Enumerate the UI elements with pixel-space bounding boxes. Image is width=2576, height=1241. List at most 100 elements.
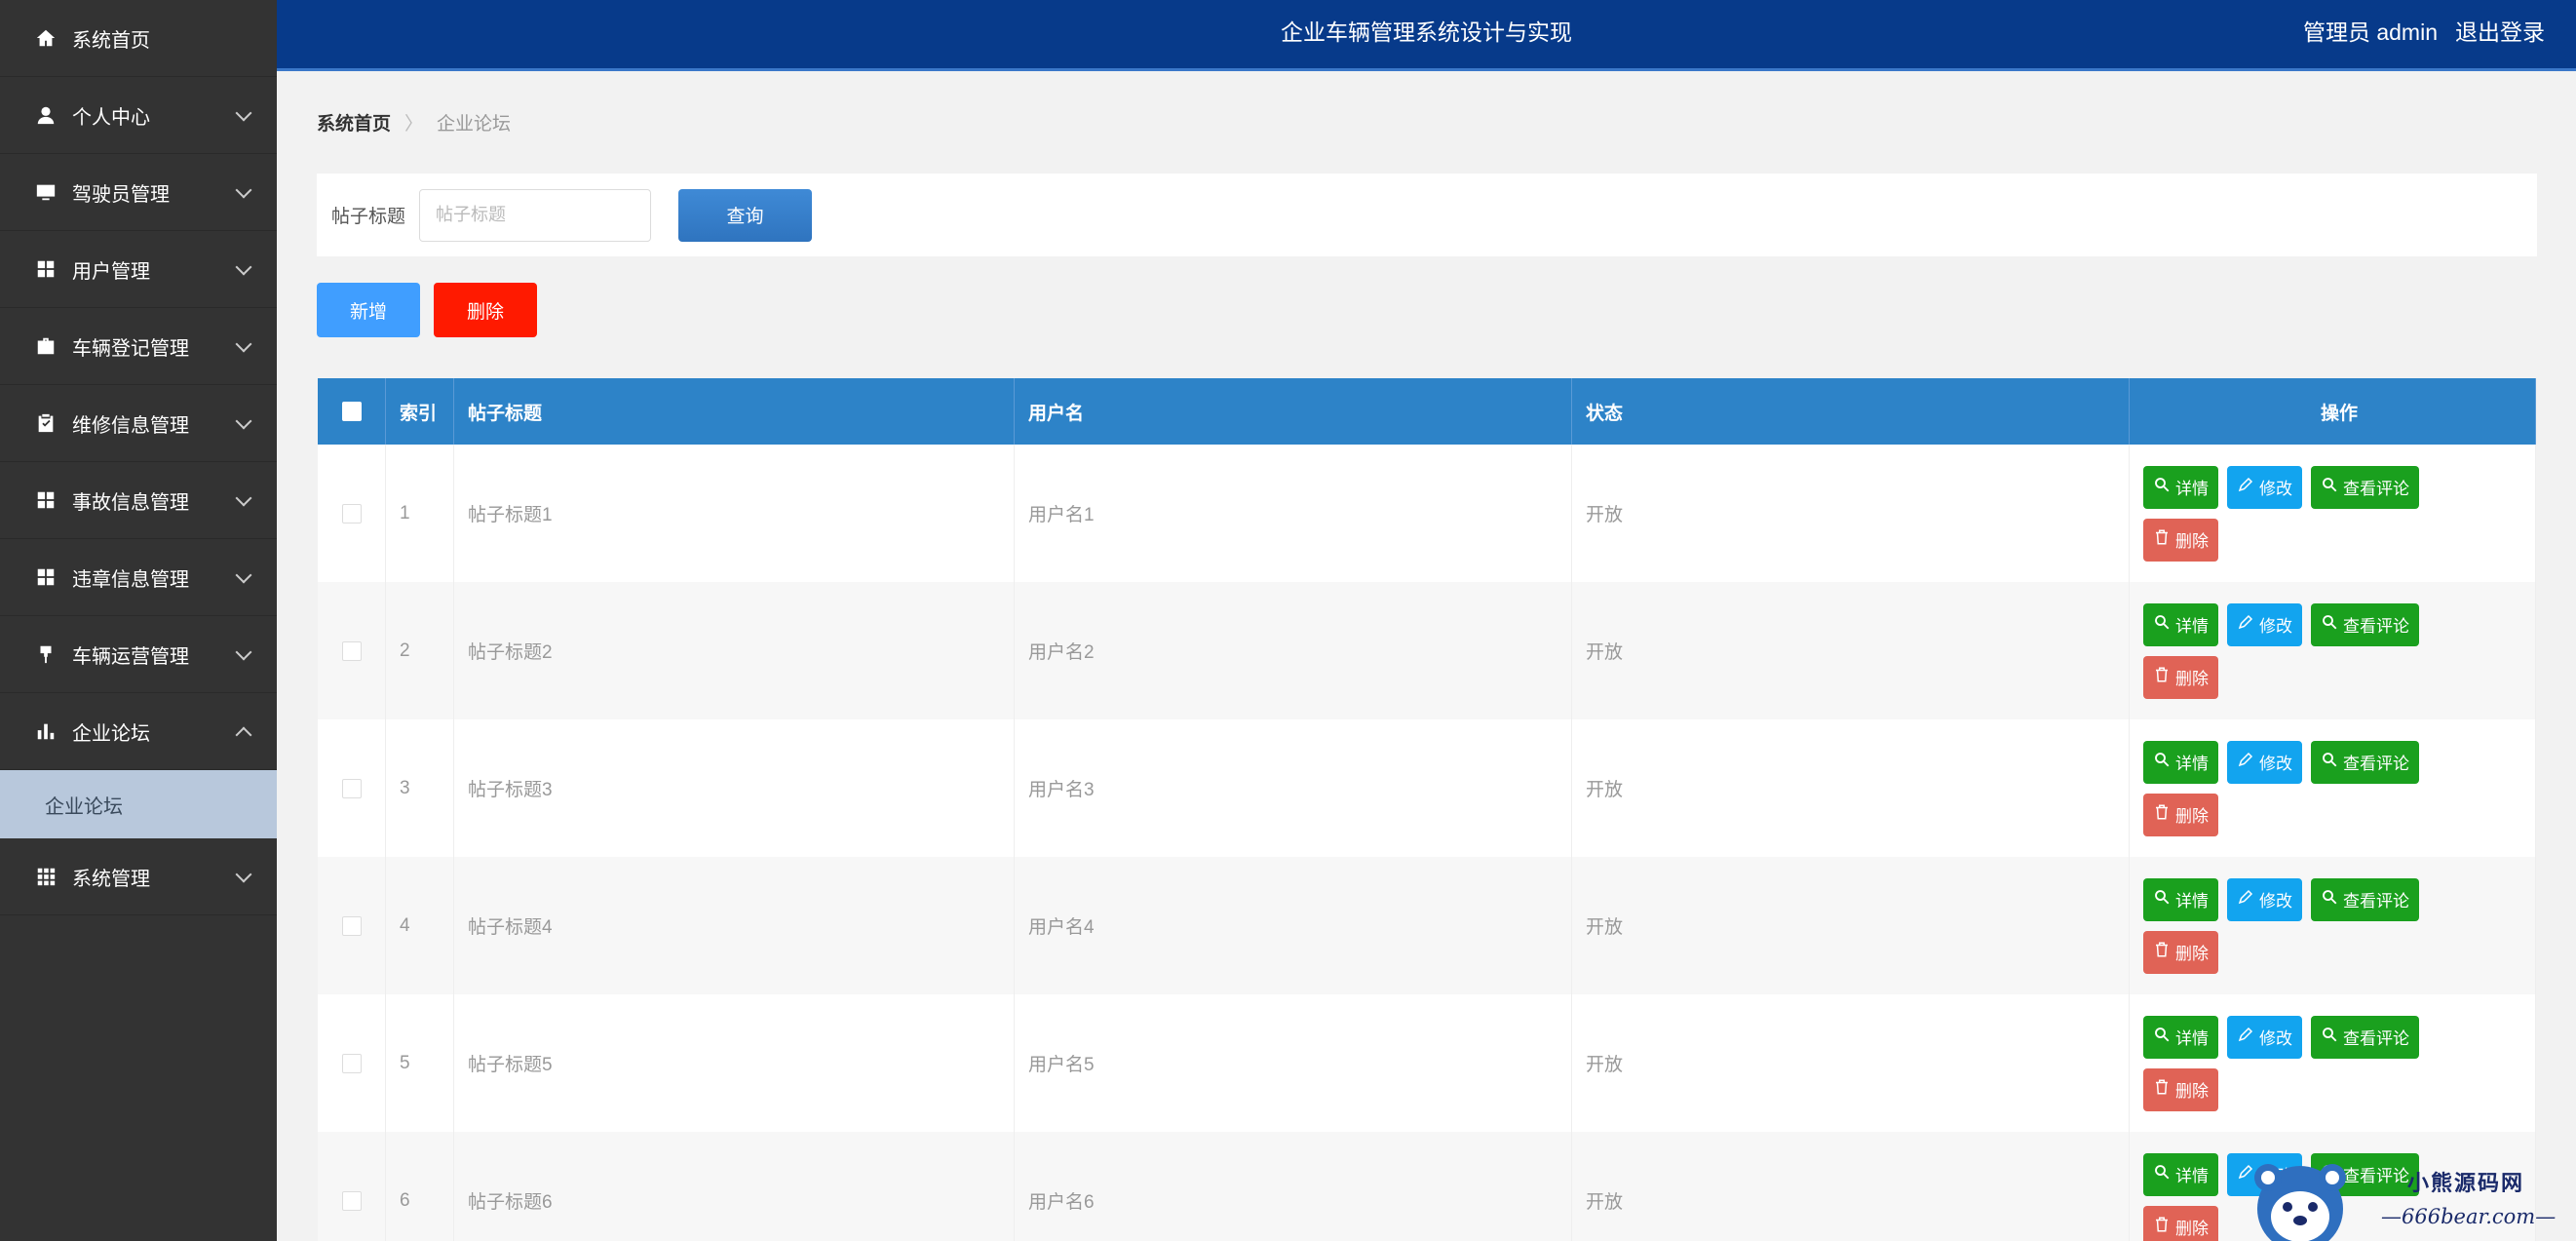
row-username: 用户名3 [1015,719,1572,857]
view-comments-button[interactable]: 查看评论 [2311,740,2419,784]
row-select-cell [318,1132,386,1241]
row-index: 4 [386,857,454,994]
detail-label: 详情 [2175,1029,2209,1048]
view-comments-label: 查看评论 [2343,617,2409,636]
clipboard-icon [35,412,57,434]
row-operations: 详情 修改 查看评论删除 [2130,582,2536,719]
view-comments-button[interactable]: 查看评论 [2311,1015,2419,1059]
monitor-icon [35,181,57,203]
detail-button[interactable]: 详情 [2143,1152,2218,1196]
row-delete-button[interactable]: 删除 [2143,793,2218,836]
edit-label: 修改 [2259,480,2292,498]
row-checkbox[interactable] [341,640,362,661]
view-comments-label: 查看评论 [2343,480,2409,498]
sidebar-item-5[interactable]: 维修信息管理 [0,385,277,462]
row-delete-button[interactable]: 删除 [2143,1205,2218,1241]
breadcrumb-home[interactable]: 系统首页 [317,109,391,136]
search-title-input[interactable] [419,188,652,242]
table-row: 5 帖子标题5 用户名5 开放 详情 修改 查看评论 删除 [318,994,2536,1132]
view-comments-button[interactable]: 查看评论 [2311,1152,2419,1196]
sidebar-item-0[interactable]: 系统首页 [0,0,277,77]
row-checkbox[interactable] [341,1053,362,1073]
row-status: 开放 [1572,857,2130,994]
view-comments-button[interactable]: 查看评论 [2311,602,2419,646]
row-operations: 详情 修改 查看评论删除 [2130,445,2536,582]
edit-button[interactable]: 修改 [2227,1015,2302,1059]
row-delete-button[interactable]: 删除 [2143,518,2218,562]
row-delete-button[interactable]: 删除 [2143,655,2218,699]
detail-label: 详情 [2175,480,2209,498]
select-all-checkbox[interactable] [341,402,362,421]
column-header-operations: 操作 [2130,378,2536,445]
edit-button[interactable]: 修改 [2227,465,2302,509]
row-ops-line: 删除 [2143,655,2218,699]
chevron-down-icon [235,866,252,883]
search-button[interactable]: 查询 [678,188,813,242]
bulk-delete-button[interactable]: 删除 [434,283,537,337]
detail-label: 详情 [2175,617,2209,636]
search-icon [2153,751,2171,773]
sidebar-item-6[interactable]: 事故信息管理 [0,462,277,539]
row-ops-line: 详情 修改 查看评论 [2143,602,2419,646]
sidebar-item-7[interactable]: 违章信息管理 [0,539,277,616]
view-comments-label: 查看评论 [2343,1167,2409,1185]
row-delete-button[interactable]: 删除 [2143,1067,2218,1111]
row-select-cell [318,719,386,857]
row-checkbox[interactable] [341,778,362,798]
row-delete-label: 删除 [2175,945,2209,963]
search-icon [2321,888,2338,911]
row-status: 开放 [1572,582,2130,719]
detail-button[interactable]: 详情 [2143,740,2218,784]
view-comments-label: 查看评论 [2343,755,2409,773]
bar-chart-icon [35,720,57,742]
add-button[interactable]: 新增 [317,283,420,337]
row-post-title: 帖子标题4 [454,857,1015,994]
search-panel: 帖子标题 查询 [317,174,2537,256]
row-index: 5 [386,994,454,1132]
edit-label: 修改 [2259,1029,2292,1048]
row-ops-line: 删除 [2143,793,2218,836]
row-post-title: 帖子标题6 [454,1132,1015,1241]
row-ops-line: 详情 修改 查看评论 [2143,877,2419,921]
header-user-area: 管理员 admin 退出登录 [2303,0,2545,68]
sidebar-item-8[interactable]: 车辆运营管理 [0,616,277,693]
detail-button[interactable]: 详情 [2143,602,2218,646]
table-body: 1 帖子标题1 用户名1 开放 详情 修改 查看评论 删除 2 帖子标题2 用户名2 开放 详情 修改 查看… [318,445,2536,1241]
sidebar-item-3[interactable]: 用户管理 [0,231,277,308]
search-icon [2153,888,2171,911]
view-comments-button[interactable]: 查看评论 [2311,877,2419,921]
edit-icon [2237,1163,2254,1185]
posts-table: 索引 帖子标题 用户名 状态 操作 1 帖子标题1 用户名1 开放 详情 修改 查看评论 删除… [318,378,2536,1241]
edit-button[interactable]: 修改 [2227,740,2302,784]
view-comments-button[interactable]: 查看评论 [2311,465,2419,509]
apps-icon [35,866,57,887]
row-operations: 详情 修改 查看评论删除 [2130,719,2536,857]
submenu-item-forum[interactable]: 企业论坛 [0,770,277,838]
row-checkbox[interactable] [341,1190,362,1211]
detail-button[interactable]: 详情 [2143,1015,2218,1059]
chevron-down-icon [235,181,252,199]
row-select-cell [318,857,386,994]
row-ops-line: 删除 [2143,1067,2218,1111]
grid-icon [35,258,57,280]
row-delete-button[interactable]: 删除 [2143,930,2218,974]
row-checkbox[interactable] [341,503,362,524]
view-comments-label: 查看评论 [2343,892,2409,911]
sidebar-item-4[interactable]: 车辆登记管理 [0,308,277,385]
sidebar-item-label: 系统首页 [72,29,150,52]
sidebar-item-9[interactable]: 企业论坛 [0,693,277,770]
search-icon [2153,613,2171,636]
breadcrumb-current: 企业论坛 [437,114,512,135]
edit-icon [2237,1026,2254,1048]
edit-button[interactable]: 修改 [2227,1152,2302,1196]
sidebar-item-10[interactable]: 系统管理 [0,838,277,915]
edit-button[interactable]: 修改 [2227,877,2302,921]
row-checkbox[interactable] [341,915,362,936]
home-icon [35,27,57,49]
edit-button[interactable]: 修改 [2227,602,2302,646]
detail-button[interactable]: 详情 [2143,877,2218,921]
logout-link[interactable]: 退出登录 [2455,0,2545,68]
sidebar-item-2[interactable]: 驾驶员管理 [0,154,277,231]
sidebar-item-1[interactable]: 个人中心 [0,77,277,154]
detail-button[interactable]: 详情 [2143,465,2218,509]
